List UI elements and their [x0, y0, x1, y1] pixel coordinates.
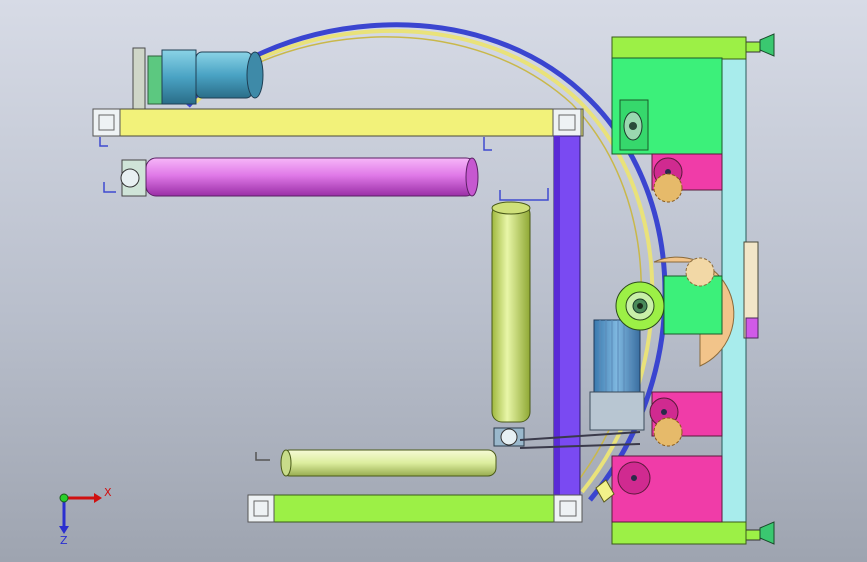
triad-z-label: Z [60, 534, 68, 547]
side-post [553, 135, 581, 497]
lower-pink-block [649, 391, 723, 447]
coordinate-triad: X Z [59, 486, 112, 547]
triad-x-label: X [104, 486, 112, 499]
top-roller [120, 157, 479, 197]
bottom-roller [255, 449, 497, 477]
triad-z-axis [59, 498, 69, 534]
cad-assembly-view [92, 22, 775, 545]
middle-motor [589, 319, 645, 431]
upper-pink-block [651, 153, 723, 203]
triad-origin [59, 493, 69, 503]
vertical-roller [491, 201, 531, 423]
bottom-frame-beam [247, 494, 583, 523]
triad-x-axis [64, 493, 102, 503]
top-frame-beam [92, 108, 584, 137]
bottom-pink-housing [595, 455, 723, 523]
